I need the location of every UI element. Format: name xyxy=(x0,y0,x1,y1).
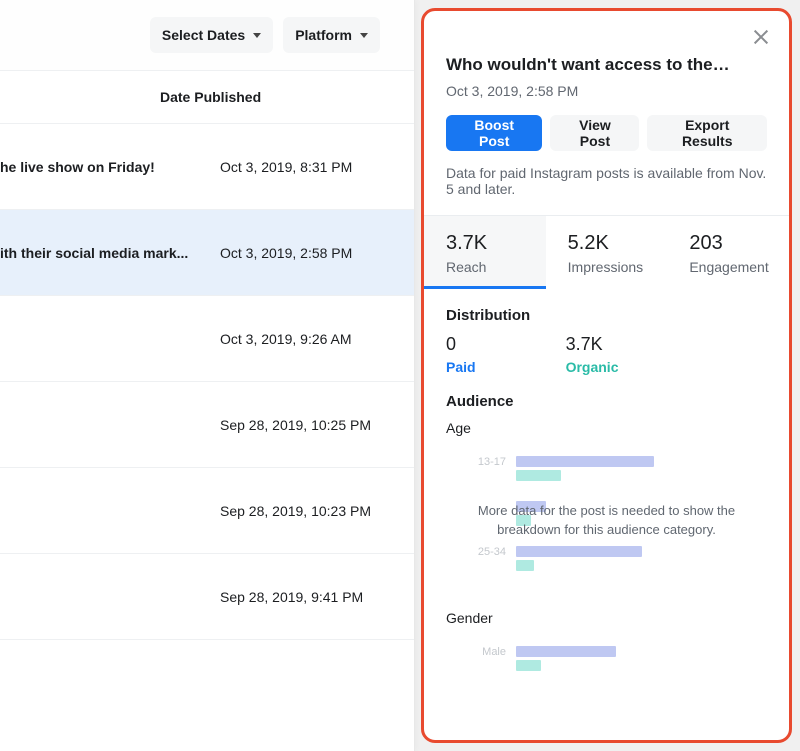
platform-label: Platform xyxy=(295,27,352,43)
age-chart: 13-17 25-34 More data for the post is nee… xyxy=(446,454,767,604)
table-row[interactable]: he live show on Friday!Oct 3, 2019, 8:31… xyxy=(0,124,414,210)
distribution-paid: 0 Paid xyxy=(446,334,476,375)
row-date: Oct 3, 2019, 2:58 PM xyxy=(220,245,380,261)
post-detail-panel: Who wouldn't want access to these four (… xyxy=(421,8,792,743)
metric-tab-impressions[interactable]: 5.2K Impressions xyxy=(546,216,668,289)
chart-tick-label xyxy=(446,499,516,501)
metric-label: Impressions xyxy=(568,259,668,275)
platform-dropdown[interactable]: Platform xyxy=(283,17,380,53)
export-results-button[interactable]: Export Results xyxy=(647,115,767,151)
chevron-down-icon xyxy=(253,33,261,38)
chart-overlay-message: More data for the post is needed to show… xyxy=(446,502,767,540)
table-row[interactable]: Sep 28, 2019, 10:23 PM xyxy=(0,468,414,554)
metric-label: Reach xyxy=(446,259,546,275)
metric-value: 203 xyxy=(689,232,789,255)
organic-label: Organic xyxy=(566,359,619,375)
row-title: ith their social media mark... xyxy=(0,245,220,261)
chart-tick-label: Male xyxy=(446,644,516,658)
select-dates-dropdown[interactable]: Select Dates xyxy=(150,17,273,53)
chart-tick-label: 13-17 xyxy=(446,454,516,468)
column-header-date-published: Date Published xyxy=(0,70,414,124)
detail-date: Oct 3, 2019, 2:58 PM xyxy=(446,83,767,99)
row-date: Sep 28, 2019, 10:23 PM xyxy=(220,503,380,519)
chart-tick-label: 25-34 xyxy=(446,544,516,558)
gender-heading: Gender xyxy=(446,610,767,626)
metric-label: Engagement xyxy=(689,259,789,275)
row-date: Sep 28, 2019, 10:25 PM xyxy=(220,417,380,433)
data-availability-note: Data for paid Instagram posts is availab… xyxy=(446,165,767,197)
chevron-down-icon xyxy=(360,33,368,38)
table-row[interactable]: Sep 28, 2019, 9:41 PM xyxy=(0,554,414,640)
view-post-button[interactable]: View Post xyxy=(550,115,639,151)
age-heading: Age xyxy=(446,420,767,436)
table-row[interactable]: Sep 28, 2019, 10:25 PM xyxy=(0,382,414,468)
organic-value: 3.7K xyxy=(566,334,619,355)
row-date: Sep 28, 2019, 9:41 PM xyxy=(220,589,380,605)
row-date: Oct 3, 2019, 8:31 PM xyxy=(220,159,380,175)
audience-heading: Audience xyxy=(446,393,767,410)
distribution-heading: Distribution xyxy=(446,307,767,324)
detail-title: Who wouldn't want access to these four (… xyxy=(446,55,767,75)
close-icon[interactable] xyxy=(749,25,773,49)
metric-tab-reach[interactable]: 3.7K Reach xyxy=(424,216,546,289)
boost-post-button[interactable]: Boost Post xyxy=(446,115,542,151)
table-row[interactable]: ith their social media mark...Oct 3, 201… xyxy=(0,210,414,296)
paid-label: Paid xyxy=(446,359,476,375)
metric-value: 3.7K xyxy=(446,232,546,255)
distribution-organic: 3.7K Organic xyxy=(566,334,619,375)
table-row[interactable]: Oct 3, 2019, 9:26 AM xyxy=(0,296,414,382)
metric-tab-engagement[interactable]: 203 Engagement xyxy=(667,216,789,289)
metric-value: 5.2K xyxy=(568,232,668,255)
row-title: he live show on Friday! xyxy=(0,159,220,175)
metrics-tabs: 3.7K Reach 5.2K Impressions 203 Engageme… xyxy=(424,215,789,289)
gender-chart: Male xyxy=(446,644,767,704)
row-date: Oct 3, 2019, 9:26 AM xyxy=(220,331,380,347)
post-list-panel: Select Dates Platform Date Published he … xyxy=(0,0,415,751)
paid-value: 0 xyxy=(446,334,476,355)
select-dates-label: Select Dates xyxy=(162,27,245,43)
